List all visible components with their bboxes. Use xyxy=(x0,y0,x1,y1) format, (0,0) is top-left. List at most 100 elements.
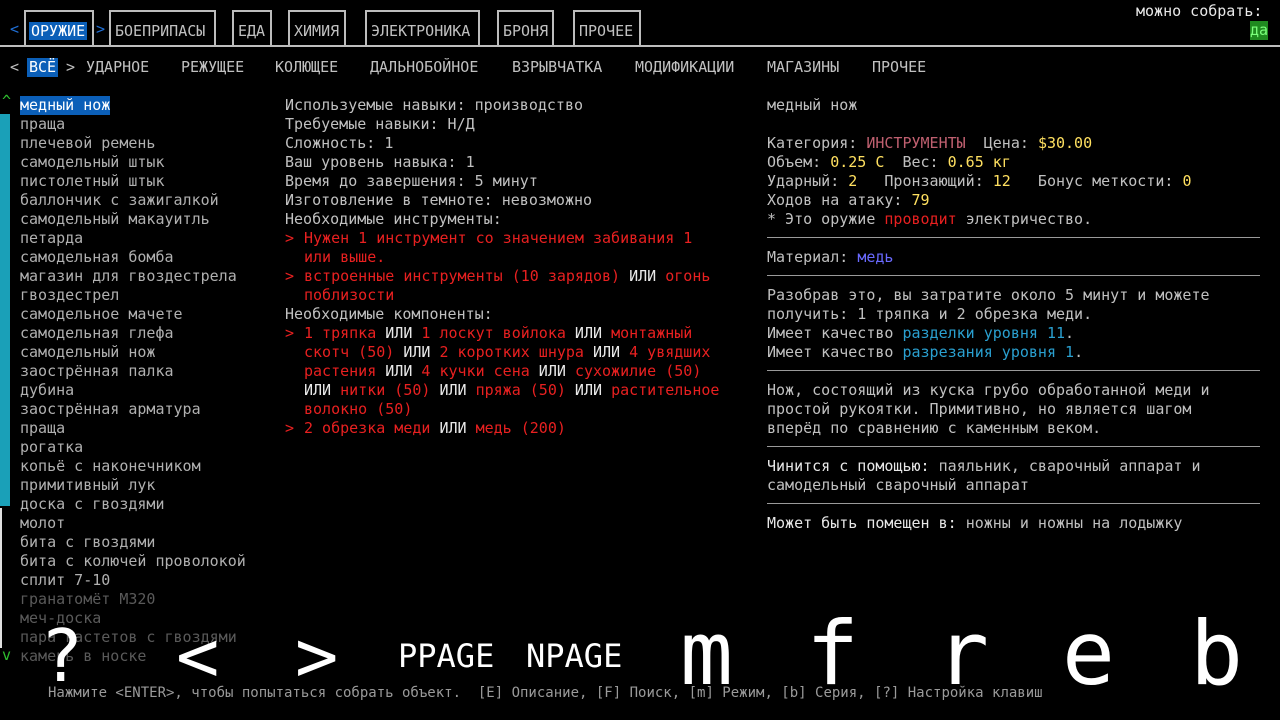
component-line: 2 обрезка меди ИЛИ медь (200) xyxy=(304,419,566,438)
subtab-prev-arrow[interactable]: < xyxy=(10,58,19,77)
recipe-list-item[interactable]: самодельная глефа xyxy=(20,324,174,343)
recipe-list-item[interactable]: молот xyxy=(20,514,65,533)
skills-used: Используемые навыки: производство xyxy=(285,96,584,114)
filter-key-button[interactable]: f xyxy=(806,606,859,702)
tool-hammering: Нужен 1 инструмент со значением забивани… xyxy=(304,229,693,247)
recipe-list-item[interactable]: заострённая палка xyxy=(20,362,174,381)
recipe-list-item[interactable]: бита с колючей проволокой xyxy=(20,552,246,571)
divider xyxy=(767,370,1260,371)
scrollbar-track[interactable] xyxy=(0,508,2,648)
recipe-list-item[interactable]: пистолетный штык xyxy=(20,172,165,191)
subtab-ranged[interactable]: ДАЛЬНОБОЙНОЕ xyxy=(370,58,478,77)
tab-other[interactable]: ПРОЧЕЕ xyxy=(573,10,641,46)
tab-weapons[interactable]: ОРУЖИЕ xyxy=(24,10,94,46)
recipe-list-item[interactable]: баллончик с зажигалкой xyxy=(20,191,219,210)
subtab-all[interactable]: ВСЁ xyxy=(27,58,59,77)
recipe-list-item[interactable]: примитивный лук xyxy=(20,476,155,495)
recipe-list-item[interactable]: гвоздестрел xyxy=(20,286,119,305)
divider xyxy=(767,237,1260,238)
or-separator: ИЛИ xyxy=(565,381,612,399)
item-repair: Чинится с помощью: паяльник, сварочный а… xyxy=(767,457,1201,475)
scroll-down-icon[interactable]: v xyxy=(2,646,11,665)
scrollbar-thumb[interactable] xyxy=(0,114,10,506)
component-option: пряжа (50) xyxy=(475,381,566,399)
component-line: растения ИЛИ 4 кучки сена ИЛИ сухожилие … xyxy=(304,362,701,381)
recipe-list-item[interactable]: сплит 7-10 xyxy=(20,571,110,590)
item-description: простой рукоятки. Примитивно, но являетс… xyxy=(767,400,1192,418)
or-separator: ИЛИ xyxy=(529,362,575,380)
tab-food[interactable]: ЕДА xyxy=(232,10,272,46)
quality-cut: Имеет качество разрезания уровня 1. xyxy=(767,343,1084,361)
component-option: сухожилие (50) xyxy=(574,362,702,380)
item-damage: Ударный: 2 Пронзающий: 12 Бонус меткости… xyxy=(767,172,1192,190)
recipe-list-item[interactable]: самодельная бомба xyxy=(20,248,174,267)
tab-electronics[interactable]: ЭЛЕКТРОНИКА xyxy=(365,10,480,46)
pagedown-key-button[interactable]: NPAGE xyxy=(526,636,622,676)
item-description: Нож, состоящий из куска грубо обработанн… xyxy=(767,381,1210,399)
component-option: 4 увядших xyxy=(629,343,711,361)
subtab-next-arrow[interactable]: > xyxy=(66,58,75,77)
or-separator: ИЛИ xyxy=(376,362,422,380)
tab-armor[interactable]: БРОНЯ xyxy=(497,10,554,46)
subtab-stab[interactable]: КОЛЮЩЕЕ xyxy=(275,58,338,77)
next-key-button[interactable]: > xyxy=(295,616,338,696)
item-conductive: * Это оружие проводит электричество. xyxy=(767,210,1093,228)
skills-required: Требуемые навыки: Н/Д xyxy=(285,115,475,133)
prev-key-button[interactable]: < xyxy=(176,616,219,696)
recipe-list-item[interactable]: праща xyxy=(20,419,65,438)
recipe-list-item[interactable]: петарда xyxy=(20,229,83,248)
or-separator: ИЛИ xyxy=(430,419,476,437)
recipe-list-item[interactable]: самодельное мачете xyxy=(20,305,183,324)
component-option: растительное xyxy=(611,381,720,399)
mode-key-button[interactable]: m xyxy=(680,606,733,702)
tab-ammo[interactable]: БОЕПРИПАСЫ xyxy=(109,10,216,46)
disassemble-text: Разобрав это, вы затратите около 5 минут… xyxy=(767,286,1210,304)
item-volume-weight: Объем: 0.25 С Вес: 0.65 кг xyxy=(767,153,1011,171)
recipe-list-item[interactable]: самодельный штык xyxy=(20,153,165,172)
tabs-divider xyxy=(0,45,1280,47)
subtab-explosives[interactable]: ВЗРЫВЧАТКА xyxy=(512,58,602,77)
batch-key-button[interactable]: b xyxy=(1190,606,1243,702)
item-repair: самодельный сварочный аппарат xyxy=(767,476,1029,494)
difficulty: Сложность: 1 xyxy=(285,134,394,152)
component-option: медь (200) xyxy=(475,419,566,437)
component-option: 1 тряпка xyxy=(304,324,377,342)
item-moves: Ходов на атаку: 79 xyxy=(767,191,930,209)
recipe-list-item[interactable]: гранатомёт M320 xyxy=(20,590,155,609)
subtab-mods[interactable]: МОДИФИКАЦИИ xyxy=(635,58,734,77)
item-material: Материал: медь xyxy=(767,248,894,266)
pageup-key-button[interactable]: PPAGE xyxy=(398,636,494,676)
tab-next-arrow[interactable]: > xyxy=(96,20,105,39)
component-option: 2 коротких шнура xyxy=(439,343,584,361)
component-line: волокно (50) xyxy=(304,400,412,419)
help-key-button[interactable]: ? xyxy=(40,616,83,696)
recipe-list-item[interactable]: праща xyxy=(20,115,65,134)
scroll-up-icon[interactable]: ^ xyxy=(2,92,11,111)
recipe-list-item[interactable]: медный нож xyxy=(20,96,111,115)
recipe-list-item[interactable]: копьё с наконечником xyxy=(20,457,201,476)
tab-chemistry[interactable]: ХИМИЯ xyxy=(288,10,346,46)
r-key-button[interactable]: r xyxy=(936,606,989,702)
recipe-list-item[interactable]: самодельный макауитль xyxy=(20,210,210,229)
disassemble-text: получить: 1 тряпка и 2 обрезка меди. xyxy=(767,305,1093,323)
recipe-list-item[interactable]: плечевой ремень xyxy=(20,134,155,153)
tool-fire-cont: поблизости xyxy=(304,286,395,304)
recipe-list-item[interactable]: доска с гвоздями xyxy=(20,495,165,514)
recipe-list-item[interactable]: заострённая арматура xyxy=(20,400,201,419)
subtab-other[interactable]: ПРОЧЕЕ xyxy=(872,58,926,77)
subtab-magazines[interactable]: МАГАЗИНЫ xyxy=(767,58,839,77)
recipe-list-item[interactable]: рогатка xyxy=(20,438,83,457)
recipe-list-item[interactable]: магазин для гвоздестрела xyxy=(20,267,237,286)
item-holster: Может быть помещен в: ножны и ножны на л… xyxy=(767,514,1183,532)
recipe-list-item[interactable]: дубина xyxy=(20,381,74,400)
describe-key-button[interactable]: e xyxy=(1062,606,1115,702)
tab-prev-arrow[interactable]: < xyxy=(10,20,19,39)
quality-butcher: Имеет качество разделки уровня 11. xyxy=(767,324,1075,342)
recipe-list-item[interactable]: бита с гвоздями xyxy=(20,533,155,552)
component-option: волокно (50) xyxy=(304,400,413,418)
recipe-list-item[interactable]: самодельный нож xyxy=(20,343,155,362)
divider xyxy=(767,275,1260,276)
subtab-bash[interactable]: УДАРНОЕ xyxy=(86,58,149,77)
subtab-cut[interactable]: РЕЖУЩЕЕ xyxy=(181,58,244,77)
divider xyxy=(767,446,1260,447)
